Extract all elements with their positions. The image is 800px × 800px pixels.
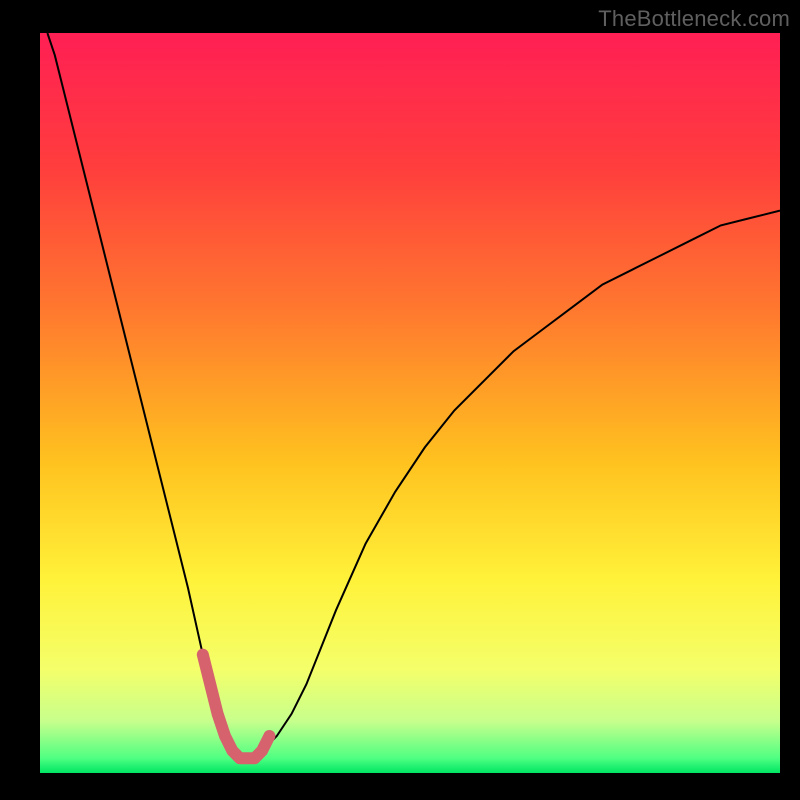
chart-svg [40, 33, 780, 773]
gradient-background [40, 33, 780, 773]
plot-area [40, 33, 780, 773]
chart-frame: TheBottleneck.com [0, 0, 800, 800]
watermark-text: TheBottleneck.com [598, 6, 790, 32]
